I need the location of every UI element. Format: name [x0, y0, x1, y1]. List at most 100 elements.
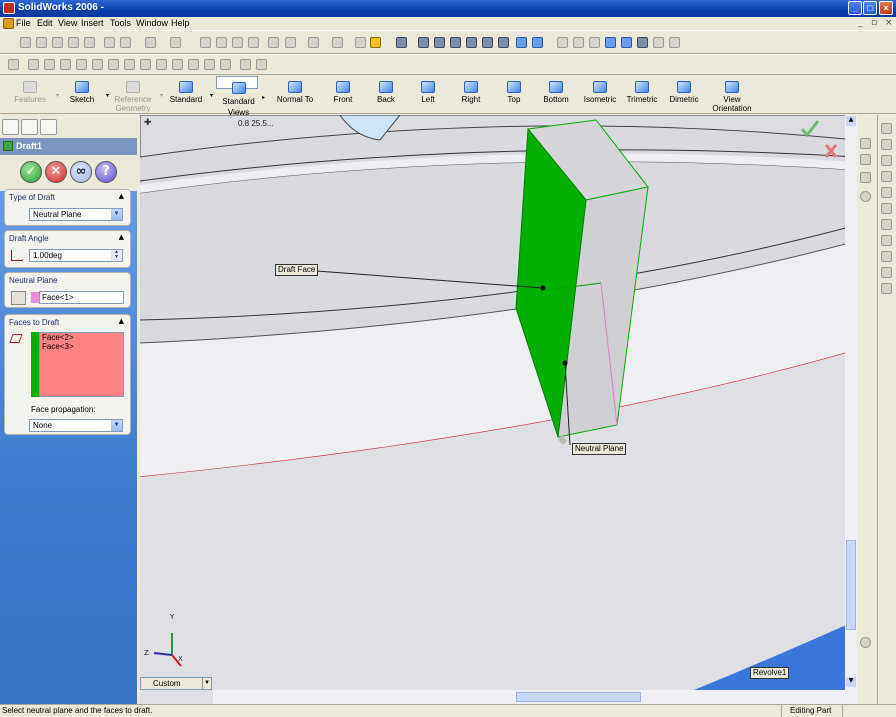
open-icon[interactable] — [36, 37, 47, 48]
doc-restore-button[interactable]: ▫ — [871, 18, 877, 28]
centerline-icon[interactable] — [44, 59, 55, 70]
expand-icon[interactable] — [860, 191, 871, 202]
chevron-down-icon[interactable]: ▼ — [111, 209, 122, 220]
chevron-down-icon[interactable]: ▼ — [202, 678, 211, 689]
list-item[interactable]: Face<3> — [42, 342, 123, 351]
scene-icon[interactable] — [860, 172, 871, 183]
type-of-draft-select[interactable]: Neutral Plane ▼ — [29, 208, 123, 221]
menu-window[interactable]: Window — [136, 17, 168, 30]
normal-to-button[interactable]: Normal To — [273, 76, 317, 114]
standard-views-button[interactable]: Standard Views ▸ — [216, 76, 265, 117]
revolve-callout[interactable]: Revolve1 — [750, 667, 790, 679]
redo-icon[interactable] — [170, 37, 181, 48]
photoworks-icon[interactable] — [355, 37, 366, 48]
point-icon[interactable] — [8, 59, 19, 70]
reference-geometry-button[interactable]: Reference Geometry ▾ — [110, 76, 163, 114]
menu-edit[interactable]: Edit — [37, 17, 53, 30]
standard-button[interactable]: Standard ▾ — [166, 76, 213, 114]
standard-views-icon[interactable] — [532, 37, 543, 48]
bottom-view-button[interactable]: Bottom — [538, 76, 574, 114]
trimetric-view-button[interactable]: Trimetric — [624, 76, 660, 114]
shadows-icon[interactable] — [637, 37, 648, 48]
draft-face-callout[interactable]: Draft Face — [275, 264, 319, 276]
boss-extrude-icon[interactable] — [881, 123, 892, 134]
face-propagation-select[interactable]: None ▼ — [29, 419, 123, 432]
help-button[interactable]: ? — [95, 161, 117, 183]
undo-icon[interactable] — [145, 37, 156, 48]
previous-view-icon[interactable] — [396, 37, 407, 48]
collapse-icon[interactable]: ▲ — [119, 317, 124, 325]
realview-icon[interactable] — [669, 37, 680, 48]
zoom-to-selection-icon[interactable] — [466, 37, 477, 48]
wireframe-icon[interactable] — [557, 37, 568, 48]
offset-icon[interactable] — [60, 59, 71, 70]
zoom-in-out-icon[interactable] — [450, 37, 461, 48]
maximize-button[interactable]: □ — [863, 1, 877, 15]
select-icon[interactable] — [200, 37, 211, 48]
measure-icon[interactable] — [308, 37, 319, 48]
scale-icon[interactable] — [172, 59, 183, 70]
copy-entities-icon[interactable] — [188, 59, 199, 70]
minimize-button[interactable]: _ — [848, 1, 862, 15]
dimetric-view-button[interactable]: Dimetric — [666, 76, 702, 114]
help-icon[interactable] — [370, 37, 381, 48]
section-icon[interactable] — [332, 37, 343, 48]
hidden-lines-visible-icon[interactable] — [573, 37, 584, 48]
trim-icon[interactable] — [76, 59, 87, 70]
collapse-panel-icon[interactable] — [860, 637, 871, 648]
chamfer-icon[interactable] — [881, 203, 892, 214]
pattern-icon[interactable] — [204, 59, 215, 70]
menu-help[interactable]: Help — [171, 17, 190, 30]
zoom-to-fit-icon[interactable] — [418, 37, 429, 48]
home-icon[interactable] — [860, 138, 871, 149]
horizontal-scrollbar[interactable] — [213, 690, 857, 704]
circle-icon[interactable] — [28, 59, 39, 70]
dimension-icon[interactable] — [256, 59, 267, 70]
collapse-icon[interactable]: ▲ — [119, 192, 124, 200]
menu-file[interactable]: File — [16, 17, 31, 30]
neutral-plane-callout[interactable]: Neutral Plane — [572, 443, 627, 455]
solidworks-app-icon[interactable] — [3, 2, 15, 14]
rebuild-icon[interactable] — [216, 37, 227, 48]
rib-icon[interactable] — [881, 219, 892, 230]
rotate-view-icon[interactable] — [482, 37, 493, 48]
fillet-icon[interactable] — [881, 187, 892, 198]
move-icon[interactable] — [140, 59, 151, 70]
horizontal-scroll-thumb[interactable] — [516, 692, 641, 702]
scroll-down-icon[interactable]: ▼ — [846, 677, 856, 687]
ok-button[interactable]: ✓ — [20, 161, 42, 183]
list-item[interactable]: Face<2> — [42, 333, 123, 342]
isometric-view-button[interactable]: Isometric — [580, 76, 620, 114]
shell-icon[interactable] — [881, 235, 892, 246]
view-orientation-button[interactable]: View Orientation — [710, 76, 754, 114]
front-view-button[interactable]: Front — [325, 76, 361, 114]
grid-icon[interactable] — [268, 37, 279, 48]
back-view-button[interactable]: Back — [368, 76, 404, 114]
zoom-to-area-icon[interactable] — [434, 37, 445, 48]
hole-icon[interactable] — [881, 267, 892, 278]
draft-angle-input[interactable]: 1.00deg ▲ ▼ — [29, 249, 123, 262]
configuration-select[interactable]: Custom ▼ — [140, 677, 212, 690]
left-view-button[interactable]: Left — [410, 76, 446, 114]
document-icon[interactable] — [3, 18, 14, 29]
loft-icon[interactable] — [881, 171, 892, 182]
feature-manager-tab[interactable] — [2, 119, 19, 135]
faces-to-draft-list[interactable]: Face<2> Face<3> — [39, 332, 124, 397]
shaded-with-edges-icon[interactable] — [605, 37, 616, 48]
file-properties-icon[interactable] — [232, 37, 243, 48]
options-icon[interactable] — [248, 37, 259, 48]
appearance-icon[interactable] — [860, 154, 871, 165]
menu-insert[interactable]: Insert — [81, 17, 104, 30]
rotate-icon[interactable] — [156, 59, 167, 70]
doc-close-button[interactable]: × — [885, 18, 893, 28]
print-icon[interactable] — [68, 37, 79, 48]
features-button[interactable]: Features ▾ — [8, 76, 59, 114]
spin-arrows-icon[interactable]: ▲ ▼ — [111, 250, 122, 261]
property-manager-tab[interactable] — [21, 119, 38, 135]
chevron-down-icon[interactable]: ▼ — [111, 420, 122, 431]
extend-icon[interactable] — [108, 59, 119, 70]
menu-view[interactable]: View — [58, 17, 77, 30]
hidden-lines-removed-icon[interactable] — [589, 37, 600, 48]
revolve-icon[interactable] — [881, 139, 892, 150]
neutral-plane-selection-box[interactable]: Face<1> — [39, 291, 124, 304]
